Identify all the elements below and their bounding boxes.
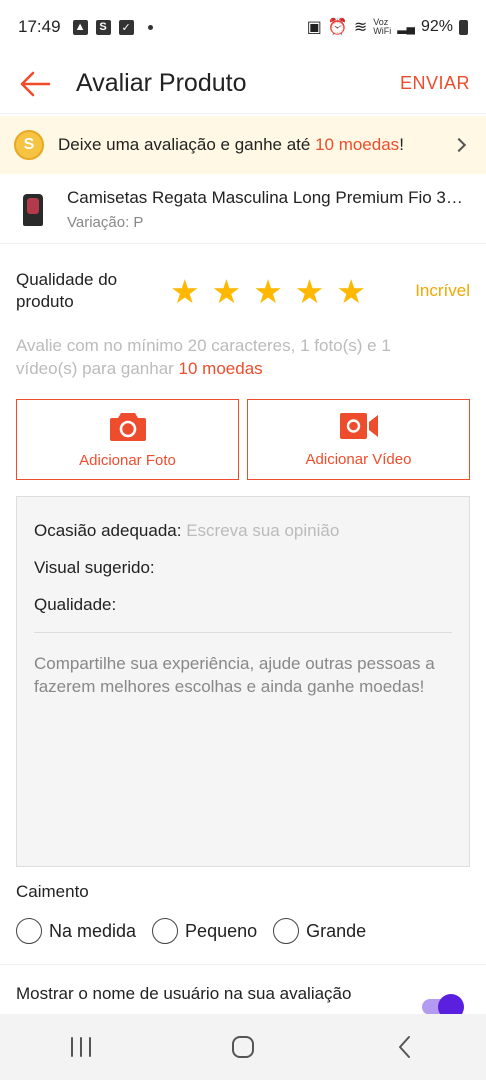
status-right: ▣ ⏰ ≋ Voz WiFi ▂▄ 92%	[307, 17, 468, 37]
star-icon[interactable]: ★	[253, 275, 283, 308]
reward-hint-highlight: 10 moedas	[178, 359, 263, 378]
coin-banner-highlight: 10 moedas	[315, 135, 400, 154]
battery-level: 92%	[420, 18, 453, 35]
product-variation: Variação: P	[67, 214, 144, 231]
add-photo-button[interactable]: Adicionar Foto	[16, 399, 239, 480]
fit-option-pequeno[interactable]: Pequeno	[152, 918, 257, 944]
status-time: 17:49	[18, 17, 61, 36]
star-rating: ★ ★ ★ ★ ★	[170, 275, 366, 308]
quality-field[interactable]: Qualidade:	[34, 595, 116, 615]
quality-rating: Qualidade do produto ★ ★ ★ ★ ★ Incrível	[16, 268, 470, 314]
chevron-right-icon	[451, 137, 467, 153]
app-header: Avaliar Produto ENVIAR	[0, 54, 486, 114]
lock-icon: ▣	[306, 19, 322, 36]
recent-apps-button[interactable]	[51, 1022, 111, 1072]
submit-button[interactable]: ENVIAR	[400, 73, 470, 94]
arrow-left-icon	[20, 71, 51, 96]
coin-banner-text: Deixe uma avaliação e ganhe até 10 moeda…	[58, 135, 404, 155]
occasion-field[interactable]: Ocasião adequada: Escreva sua opinião	[34, 521, 339, 541]
network-label: Voz WiFi	[373, 18, 391, 36]
coin-banner[interactable]: S Deixe uma avaliação e ganhe até 10 moe…	[0, 116, 486, 174]
review-form[interactable]: Ocasião adequada: Escreva sua opinião Vi…	[16, 496, 470, 867]
alarm-icon: ⏰	[327, 19, 348, 36]
fit-option-label: Pequeno	[185, 920, 258, 941]
fit-option-label: Grande	[306, 920, 367, 941]
fit-option-grande[interactable]: Grande	[273, 918, 366, 944]
system-nav-bar	[0, 1014, 486, 1080]
chevron-left-icon	[399, 1036, 410, 1058]
radio-circle-icon	[16, 918, 42, 944]
video-camera-icon	[339, 413, 378, 439]
fit-options: Na medida Pequeno Grande	[16, 918, 382, 944]
more-notifications-icon	[147, 24, 153, 30]
status-left: 17:49 ▲ S ✓	[18, 17, 153, 37]
product-name: Camisetas Regata Masculina Long Premium …	[67, 188, 467, 207]
star-icon[interactable]: ★	[170, 275, 200, 308]
rating-word: Incrível	[415, 281, 470, 300]
occasion-label: Ocasião adequada:	[34, 521, 182, 540]
product-info: Camisetas Regata Masculina Long Premium …	[67, 188, 467, 231]
network-label-bottom: WiFi	[373, 26, 392, 36]
section-divider	[0, 964, 486, 965]
status-bar: 17:49 ▲ S ✓ ▣ ⏰ ≋ Voz WiFi ▂▄ 92%	[0, 0, 486, 54]
back-button[interactable]	[0, 54, 70, 114]
reward-hint: Avalie com no mínimo 20 caracteres, 1 fo…	[16, 334, 456, 380]
home-icon	[232, 1036, 254, 1058]
fit-title: Caimento	[16, 882, 89, 901]
star-icon[interactable]: ★	[295, 275, 325, 308]
rating-label: Qualidade do produto	[16, 269, 156, 313]
product-summary: Camisetas Regata Masculina Long Premium …	[0, 176, 486, 244]
show-username-label: Mostrar o nome de usuário na sua avaliaç…	[16, 984, 352, 1003]
fit-option-label: Na medida	[49, 920, 137, 941]
rating-label-line1: Qualidade do	[16, 270, 118, 289]
wifi-icon: ≋	[353, 19, 368, 36]
occasion-input[interactable]: Escreva sua opinião	[186, 521, 339, 540]
fit-option-na-medida[interactable]: Na medida	[16, 918, 136, 944]
page-title: Avaliar Produto	[76, 69, 247, 97]
star-icon[interactable]: ★	[212, 275, 242, 308]
star-icon[interactable]: ★	[336, 275, 366, 308]
product-thumbnail	[16, 190, 50, 230]
review-textarea[interactable]: Compartilhe sua experiência, ajude outra…	[34, 652, 444, 698]
radio-circle-icon	[273, 918, 300, 944]
visual-field[interactable]: Visual sugerido:	[34, 558, 155, 578]
gallery-icon: ▲	[72, 19, 88, 35]
s-app-icon: S	[95, 19, 111, 35]
system-back-button[interactable]	[375, 1022, 435, 1072]
signal-icon: ▂▄	[397, 20, 415, 34]
recent-apps-icon	[71, 1037, 91, 1057]
coin-banner-prefix: Deixe uma avaliação e ganhe até	[58, 135, 316, 154]
review-divider	[34, 632, 452, 633]
coin-icon: S	[14, 130, 44, 160]
home-button[interactable]	[213, 1022, 273, 1072]
camera-icon	[109, 413, 146, 441]
battery-icon	[459, 19, 468, 35]
rating-label-line2: produto	[16, 292, 74, 311]
coin-banner-suffix: !	[399, 135, 404, 154]
radio-circle-icon	[152, 918, 179, 944]
add-photo-label: Adicionar Foto	[79, 452, 176, 469]
add-video-button[interactable]: Adicionar Vídeo	[247, 399, 470, 480]
add-video-label: Adicionar Vídeo	[305, 451, 412, 468]
check-icon: ✓	[118, 19, 134, 35]
